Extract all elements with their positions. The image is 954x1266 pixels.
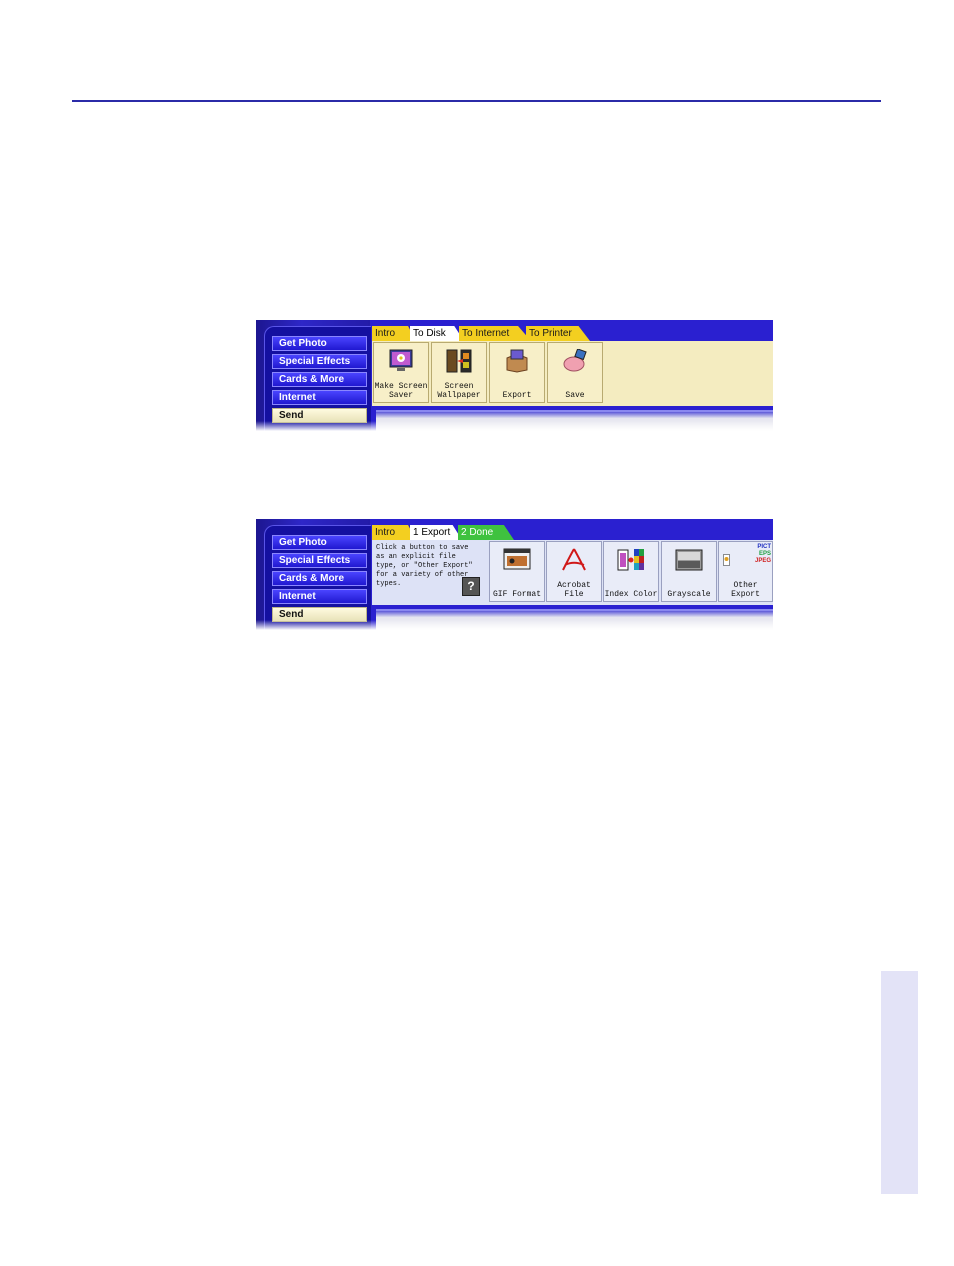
tab-to-printer[interactable]: To Printer <box>526 326 590 341</box>
fade-edge <box>256 421 773 431</box>
make-screen-saver-button[interactable]: Make Screen Saver <box>373 342 429 403</box>
tool-label: Grayscale <box>667 590 711 599</box>
hint-text: Click a button to save as an explicit fi… <box>376 544 473 588</box>
save-button[interactable]: Save <box>547 342 603 403</box>
gif-format-button[interactable]: GIF Format <box>489 541 545 602</box>
tab-bar: Intro 1 Export 2 Done <box>372 525 773 540</box>
nav-panel: Get Photo Special Effects Cards & More I… <box>256 320 371 431</box>
tool-label: GIF Format <box>492 590 541 599</box>
nav-special-effects[interactable]: Special Effects <box>272 553 367 568</box>
other-export-icon <box>723 554 730 566</box>
acrobat-icon <box>562 548 586 571</box>
other-export-button[interactable]: PICT EPS JPEG Other Export <box>718 541 773 602</box>
tool-label: Other Export <box>731 581 760 599</box>
grayscale-icon <box>675 549 703 571</box>
acrobat-file-button[interactable]: Acrobat File <box>546 541 602 602</box>
nav-cards-more[interactable]: Cards & More <box>272 372 367 387</box>
index-color-icon <box>617 549 644 571</box>
tool-label: Export <box>502 391 532 400</box>
export-button[interactable]: Export <box>489 342 545 403</box>
grayscale-button[interactable]: Grayscale <box>661 541 717 602</box>
tab-to-disk[interactable]: To Disk <box>410 326 464 341</box>
tool-label: Save <box>565 391 585 400</box>
nav-get-photo[interactable]: Get Photo <box>272 336 367 351</box>
index-color-button[interactable]: Index Color <box>603 541 659 602</box>
nav-get-photo[interactable]: Get Photo <box>272 535 367 550</box>
nav-internet[interactable]: Internet <box>272 390 367 405</box>
side-thumb-tab <box>881 971 918 1194</box>
tool-strip: Make Screen Saver Screen Wallpaper Expor… <box>372 341 773 406</box>
tab-bar: Intro To Disk To Internet To Printer <box>372 326 773 341</box>
nav-cards-more[interactable]: Cards & More <box>272 571 367 586</box>
header-rule <box>72 100 881 102</box>
badge-pict: PICT <box>757 544 771 550</box>
fade-edge <box>256 620 773 630</box>
tool-label: Make Screen Saver <box>374 382 428 400</box>
tool-strip: Click a button to save as an explicit fi… <box>372 540 773 605</box>
screenshot-send-to-disk: Get Photo Special Effects Cards & More I… <box>256 320 773 431</box>
tab-1-export[interactable]: 1 Export <box>410 525 462 540</box>
tool-label: Acrobat File <box>557 581 591 599</box>
flower-monitor-icon <box>389 349 413 371</box>
badge-jpeg: JPEG <box>754 558 771 564</box>
tab-intro[interactable]: Intro <box>372 525 416 540</box>
tool-label: Screen Wallpaper <box>437 382 481 400</box>
screen-wallpaper-button[interactable]: Screen Wallpaper <box>431 342 487 403</box>
nav-panel: Get Photo Special Effects Cards & More I… <box>256 519 371 630</box>
nav-internet[interactable]: Internet <box>272 589 367 604</box>
tab-intro[interactable]: Intro <box>372 326 416 341</box>
film-wallpaper-icon <box>446 349 472 373</box>
export-box-icon <box>506 349 528 373</box>
tab-2-done[interactable]: 2 Done <box>458 525 514 540</box>
tab-to-internet[interactable]: To Internet <box>459 326 531 341</box>
save-pig-icon <box>563 349 587 372</box>
nav-special-effects[interactable]: Special Effects <box>272 354 367 369</box>
gif-film-icon <box>503 548 531 570</box>
help-button[interactable]: ? <box>462 577 480 596</box>
badge-eps: EPS <box>758 551 771 557</box>
tool-label: Index Color <box>604 590 658 599</box>
screenshot-send-export: Get Photo Special Effects Cards & More I… <box>256 519 773 630</box>
format-badges: PICT EPS JPEG <box>745 544 771 565</box>
